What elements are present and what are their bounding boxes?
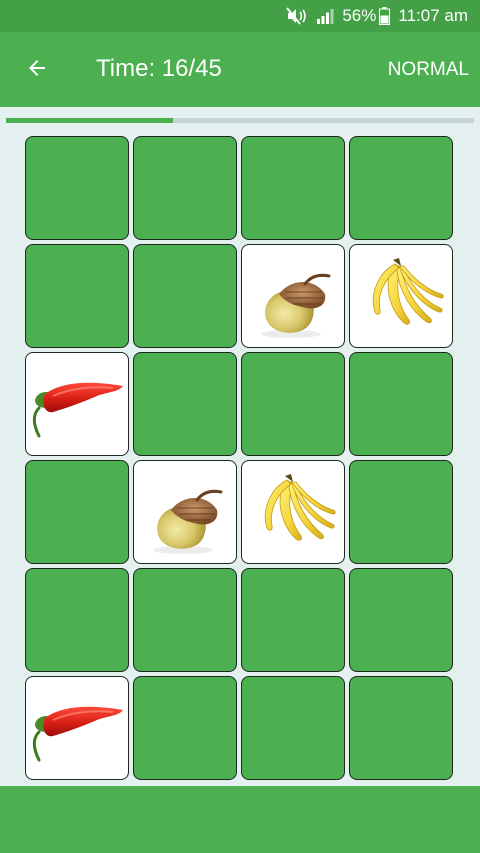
card-hidden[interactable] bbox=[25, 244, 129, 348]
banana-icon bbox=[245, 464, 341, 560]
status-bar: 56% 11:07 am bbox=[0, 0, 480, 32]
arrow-left-icon bbox=[25, 56, 49, 85]
acorn-icon bbox=[137, 464, 233, 560]
card-acorn[interactable] bbox=[133, 460, 237, 564]
chili-pepper-icon bbox=[27, 688, 127, 768]
card-chili-pepper[interactable] bbox=[25, 676, 129, 780]
card-hidden[interactable] bbox=[349, 136, 453, 240]
card-hidden[interactable] bbox=[349, 352, 453, 456]
card-hidden[interactable] bbox=[133, 352, 237, 456]
card-hidden[interactable] bbox=[133, 244, 237, 348]
card-hidden[interactable] bbox=[25, 568, 129, 672]
card-acorn[interactable] bbox=[241, 244, 345, 348]
game-timer: Time: 16/45 bbox=[96, 55, 222, 82]
bottom-bar bbox=[0, 786, 480, 853]
card-hidden[interactable] bbox=[349, 460, 453, 564]
card-hidden[interactable] bbox=[133, 568, 237, 672]
card-chili-pepper[interactable] bbox=[25, 352, 129, 456]
card-hidden[interactable] bbox=[133, 136, 237, 240]
card-hidden[interactable] bbox=[133, 676, 237, 780]
card-banana[interactable] bbox=[241, 460, 345, 564]
signal-icon bbox=[316, 8, 334, 24]
card-hidden[interactable] bbox=[241, 136, 345, 240]
card-hidden[interactable] bbox=[349, 568, 453, 672]
banana-icon bbox=[353, 248, 449, 344]
clock: 11:07 am bbox=[398, 6, 468, 25]
card-hidden[interactable] bbox=[241, 352, 345, 456]
chili-pepper-icon bbox=[27, 364, 127, 444]
mute-vibrate-icon bbox=[286, 7, 308, 25]
card-hidden[interactable] bbox=[25, 460, 129, 564]
card-hidden[interactable] bbox=[241, 676, 345, 780]
time-progress-fill bbox=[6, 118, 173, 123]
back-button[interactable] bbox=[16, 49, 58, 91]
acorn-icon bbox=[245, 248, 341, 344]
time-progress-bar bbox=[6, 118, 474, 123]
card-grid bbox=[25, 136, 453, 780]
battery-icon bbox=[379, 7, 391, 25]
card-hidden[interactable] bbox=[349, 676, 453, 780]
difficulty-mode[interactable]: NORMAL bbox=[388, 58, 469, 82]
battery-percent: 56% bbox=[342, 6, 377, 25]
card-banana[interactable] bbox=[349, 244, 453, 348]
app-bar: Time: 16/45 NORMAL bbox=[0, 32, 480, 107]
card-hidden[interactable] bbox=[25, 136, 129, 240]
card-hidden[interactable] bbox=[241, 568, 345, 672]
